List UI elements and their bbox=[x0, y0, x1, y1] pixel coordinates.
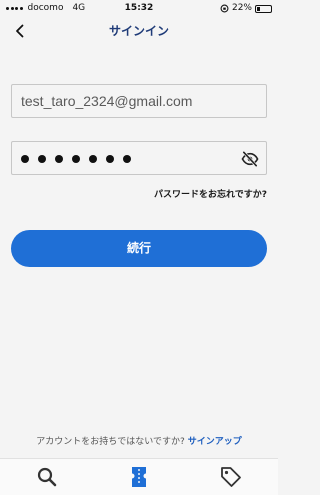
rotation-lock-icon bbox=[220, 4, 229, 13]
status-right: 22% bbox=[220, 0, 272, 17]
signup-prompt-text: アカウントをお持ちではないですか? bbox=[36, 437, 185, 447]
search-icon[interactable] bbox=[35, 465, 59, 489]
page-title: サインイン bbox=[108, 24, 169, 38]
password-dot bbox=[21, 155, 29, 163]
email-input[interactable] bbox=[12, 85, 266, 117]
signup-link[interactable]: サインアップ bbox=[188, 437, 242, 447]
password-dot bbox=[55, 155, 63, 163]
email-field[interactable] bbox=[11, 84, 267, 118]
battery-icon bbox=[255, 4, 272, 13]
eye-slash-icon[interactable] bbox=[241, 151, 259, 167]
status-bar: docomo 4G 15:32 22% bbox=[0, 0, 278, 17]
tag-icon[interactable] bbox=[219, 465, 243, 489]
continue-button[interactable]: 続行 bbox=[11, 230, 267, 267]
password-masked-value bbox=[21, 142, 131, 176]
password-field[interactable] bbox=[11, 141, 267, 175]
forgot-password-link[interactable]: パスワードをお忘れですか? bbox=[154, 187, 267, 200]
password-dot bbox=[89, 155, 97, 163]
password-dot bbox=[106, 155, 114, 163]
nav-bar: サインイン bbox=[0, 17, 278, 45]
password-dot bbox=[72, 155, 80, 163]
signup-prompt: アカウントをお持ちではないですか? サインアップ bbox=[0, 434, 278, 447]
password-dot bbox=[123, 155, 131, 163]
password-dot bbox=[38, 155, 46, 163]
ticket-icon[interactable] bbox=[127, 465, 151, 489]
tab-bar bbox=[0, 458, 278, 495]
battery-percent: 22% bbox=[231, 3, 252, 13]
